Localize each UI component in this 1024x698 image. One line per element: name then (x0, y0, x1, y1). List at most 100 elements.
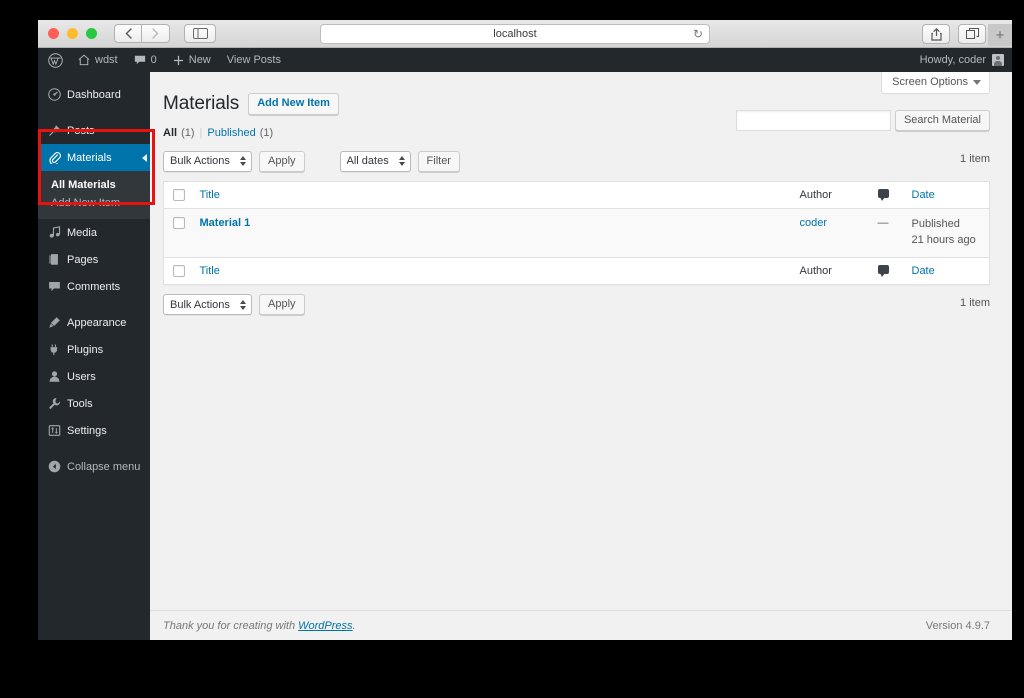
row-date-value: 21 hours ago (911, 233, 976, 246)
view-link-all[interactable]: All (163, 127, 177, 139)
column-header-date-link[interactable]: Date (912, 189, 935, 201)
reload-icon[interactable]: ↻ (693, 28, 703, 41)
column-header-title-link[interactable]: Title (200, 189, 220, 201)
screen-options-button[interactable]: Screen Options (881, 72, 990, 94)
show-tabs-button[interactable] (958, 24, 986, 44)
sidebar-item-dashboard[interactable]: Dashboard (38, 81, 150, 108)
page-header: Materials Add New Item (163, 72, 990, 115)
table-row: Material 1 coder — Published 21 hours ag… (163, 208, 990, 258)
close-window-button[interactable] (48, 28, 59, 39)
select-all-footer (164, 257, 190, 284)
chevron-right-icon (152, 28, 159, 39)
select-all-checkbox-footer[interactable] (173, 264, 185, 277)
maximize-window-button[interactable] (86, 28, 97, 39)
pin-icon (48, 124, 65, 137)
menu-spacer (38, 300, 150, 309)
sidebar-toggle-icon (192, 28, 208, 39)
admin-footer: Thank you for creating with WordPress. V… (150, 610, 1012, 640)
sidebar-item-all-materials[interactable]: All Materials (38, 176, 150, 194)
dashboard-icon (48, 88, 65, 101)
view-link-published[interactable]: Published (207, 127, 255, 139)
column-footer-date[interactable]: Date (902, 257, 990, 284)
view-count-published: (1) (259, 127, 274, 139)
sidebar-toggle-button[interactable] (184, 24, 216, 43)
forward-button[interactable] (142, 24, 170, 43)
share-button[interactable] (922, 24, 950, 44)
sidebar-item-label: Tools (67, 397, 93, 410)
search-input[interactable] (735, 110, 891, 131)
row-author-link[interactable]: coder (800, 217, 828, 229)
row-date-status: Published (911, 218, 960, 230)
column-header-title[interactable]: Title (190, 182, 790, 209)
new-tab-button[interactable]: + (988, 24, 1012, 46)
bulk-actions-select-top[interactable]: Bulk Actions (163, 150, 252, 172)
new-content-menu[interactable]: New (165, 48, 219, 72)
search-box: Search Material (735, 110, 990, 131)
menu-spacer (38, 108, 150, 117)
site-name-menu[interactable]: wdst (70, 48, 126, 72)
sidebar-item-label: Media (67, 226, 97, 239)
sidebar-item-media[interactable]: Media (38, 219, 150, 246)
view-posts-link[interactable]: View Posts (219, 48, 289, 72)
sidebar-item-pages[interactable]: Pages (38, 246, 150, 273)
column-footer-title[interactable]: Title (190, 257, 790, 284)
home-icon (78, 54, 90, 66)
wrench-icon (48, 397, 65, 410)
filter-button[interactable]: Filter (417, 150, 460, 172)
row-title-link[interactable]: Material 1 (200, 217, 251, 229)
wp-body: Dashboard Posts Materials All Materials … (38, 72, 1012, 640)
column-header-comments (868, 182, 902, 209)
sidebar-item-add-new-item[interactable]: Add New Item (38, 194, 150, 212)
share-icon (930, 27, 942, 41)
sidebar-item-label: Settings (67, 424, 107, 437)
view-count-all: (1) (181, 127, 195, 139)
footer-thanks-prefix: Thank you for creating with (163, 619, 299, 632)
row-checkbox[interactable] (173, 217, 185, 229)
back-button[interactable] (114, 24, 142, 43)
table-head: Title Author Date (163, 182, 990, 209)
tabs-overview-icon (965, 28, 979, 39)
column-footer-date-link[interactable]: Date (912, 265, 935, 277)
collapse-menu-button[interactable]: Collapse menu (38, 453, 150, 480)
wordpress-link[interactable]: WordPress (298, 620, 352, 632)
column-footer-title-link[interactable]: Title (200, 265, 220, 277)
address-bar[interactable]: localhost ↻ (320, 24, 710, 44)
select-all-header (164, 182, 190, 209)
sidebar-item-posts[interactable]: Posts (38, 117, 150, 144)
sidebar-item-label: Users (67, 370, 96, 383)
row-title-cell: Material 1 (190, 209, 790, 258)
table-foot: Title Author Date (163, 257, 990, 284)
screen-options-label: Screen Options (892, 76, 968, 88)
footer-thanks-suffix: . (352, 619, 356, 632)
sidebar-item-comments[interactable]: Comments (38, 273, 150, 300)
chevron-down-icon (973, 79, 981, 85)
sidebar-item-appearance[interactable]: Appearance (38, 309, 150, 336)
dates-filter-select[interactable]: All dates (339, 150, 411, 172)
add-new-item-button[interactable]: Add New Item (248, 93, 339, 115)
apply-button-top[interactable]: Apply (259, 150, 305, 172)
minimize-window-button[interactable] (67, 28, 78, 39)
search-submit-button[interactable]: Search Material (894, 110, 990, 131)
row-date-cell: Published 21 hours ago (902, 209, 990, 258)
chevron-left-icon (125, 28, 132, 39)
column-footer-author: Author (790, 257, 868, 284)
sidebar-item-label: Plugins (67, 343, 104, 356)
wp-logo-menu[interactable] (38, 48, 70, 72)
page-title: Materials (163, 93, 240, 114)
sidebar-item-label: Materials (67, 151, 112, 164)
sidebar-item-settings[interactable]: Settings (38, 417, 150, 444)
footer-version: Version 4.9.7 (925, 619, 990, 632)
select-all-checkbox[interactable] (173, 189, 185, 201)
apply-button-bottom[interactable]: Apply (259, 294, 305, 316)
wp-admin-bar: wdst 0 New View Posts Howdy, coder (38, 48, 1012, 72)
sidebar-item-users[interactable]: Users (38, 363, 150, 390)
sidebar-item-plugins[interactable]: Plugins (38, 336, 150, 363)
comment-bubble-icon (877, 264, 889, 277)
sidebar-item-tools[interactable]: Tools (38, 390, 150, 417)
comments-menu[interactable]: 0 (126, 48, 165, 72)
my-account-menu[interactable]: Howdy, coder (920, 48, 1012, 72)
bulk-actions-select-bottom[interactable]: Bulk Actions (163, 294, 252, 316)
comments-count: 0 (150, 54, 157, 66)
column-header-date[interactable]: Date (902, 182, 990, 209)
sidebar-item-materials[interactable]: Materials (38, 144, 150, 171)
